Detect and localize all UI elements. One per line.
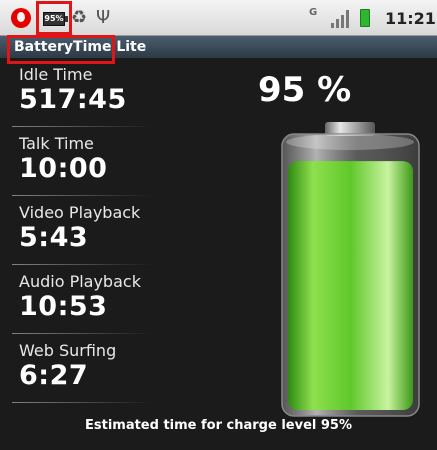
stat-video-playback: Video Playback 5:43 [19, 204, 169, 254]
stat-audio-playback: Audio Playback 10:53 [19, 273, 169, 323]
stat-value: 6:27 [19, 360, 89, 391]
stat-label: Talk Time [19, 134, 94, 153]
stat-label: Web Surfing [19, 341, 117, 360]
stat-label: Audio Playback [19, 272, 141, 291]
stat-value: 10:53 [19, 291, 108, 322]
usb-icon: Ψ [96, 7, 111, 28]
battery-notification-icon: 95% [43, 12, 68, 26]
battery-percent: 95 % [258, 70, 352, 110]
stat-value: 517:45 [19, 84, 127, 115]
title-highlight [7, 35, 115, 64]
divider [12, 126, 152, 127]
stat-idle-time: Idle Time 517:45 [19, 66, 169, 116]
estimate-caption: Estimated time for charge level 95% [84, 418, 352, 433]
signal-icon [331, 10, 349, 28]
battery-fill [288, 161, 413, 410]
divider [12, 195, 152, 196]
stat-value: 10:00 [19, 153, 108, 184]
status-bar: 95% ♻ Ψ G 11:21 [0, 0, 437, 36]
stat-talk-time: Talk Time 10:00 [19, 135, 169, 185]
battery-gloss [286, 134, 414, 150]
app-title-bar: BatteryTime Lite [0, 35, 437, 64]
stat-label: Idle Time [19, 65, 93, 84]
network-type: G [309, 7, 318, 18]
charging-battery-icon [360, 9, 370, 27]
divider [12, 402, 152, 403]
status-clock: 11:21 [385, 9, 436, 28]
vodafone-icon [11, 8, 31, 28]
battery-level-graphic [281, 122, 420, 417]
divider [12, 333, 152, 334]
stat-label: Video Playback [19, 203, 141, 222]
stat-value: 5:43 [19, 222, 89, 253]
divider [12, 264, 152, 265]
recycle-icon: ♻ [71, 7, 88, 28]
battery-notification[interactable]: 95% [36, 1, 72, 35]
stat-web-surfing: Web Surfing 6:27 [19, 342, 169, 392]
